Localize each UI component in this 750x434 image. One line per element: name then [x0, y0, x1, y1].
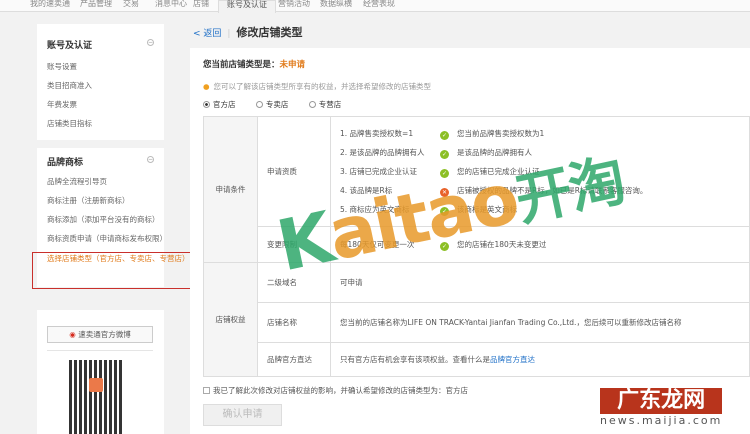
sidebar-item[interactable]: 店铺类目指标 — [47, 118, 92, 129]
nav-tab[interactable]: 消息中心 — [155, 0, 187, 8]
radio-official[interactable]: 官方店 — [203, 100, 245, 109]
sidebar-item[interactable]: 商标资质申请（申请商标发布权限） — [47, 233, 167, 244]
check-icon: ✓ — [440, 131, 449, 140]
nav-tab-active[interactable]: 账号及认证 — [218, 0, 276, 13]
radio-specialty[interactable]: 专营店 — [308, 100, 351, 109]
highlight-box — [32, 252, 193, 289]
location-pin-icon: ● — [203, 82, 210, 91]
sidebar-group-title: 账号及认证 — [47, 41, 93, 51]
sidebar-item[interactable]: 账号设置 — [47, 61, 77, 72]
sidebar-menu: 账号及认证 − 账号设置 类目招商准入 年费发票 店铺类目指标 品牌商标 − 品… — [37, 24, 190, 287]
page-header: < 返回 | 修改店铺类型 — [193, 26, 303, 39]
nav-tab[interactable]: 交易 — [123, 0, 139, 8]
nav-tab[interactable]: 产品管理 — [80, 0, 112, 8]
current-type: 您当前店铺类型是：未申请 — [203, 60, 306, 70]
table-row: 品牌官方直达 只有官方店有机会享有该项权益。查看什么是品牌官方直达 — [204, 342, 750, 377]
cell-label: 品牌官方直达 — [257, 342, 331, 377]
sidebar-promo: ◉ 速卖通官方微博 — [37, 310, 164, 434]
check-icon: ✓ — [440, 150, 449, 159]
weibo-button[interactable]: ◉ 速卖通官方微博 — [47, 326, 153, 343]
sidebar-item[interactable]: 商标添加（添加平台没有的商标） — [47, 214, 160, 225]
table-row: 店铺权益 二级域名 可申请 — [203, 262, 750, 377]
back-link[interactable]: < 返回 — [193, 29, 221, 39]
top-nav: 我的速卖通 产品管理 交易 消息中心 店铺 账号及认证 营销活动 数据纵横 经营… — [0, 0, 750, 13]
tip: ● 您可以了解该店铺类型所享有的权益，并选择希望修改的店铺类型 — [203, 82, 432, 91]
cell-value: 可申请 — [330, 262, 750, 303]
agree-checkbox[interactable]: 我已了解此次修改对店铺权益的影响，并确认希望修改的店铺类型为：官方店 — [203, 385, 468, 396]
check-icon: ✓ — [440, 207, 449, 216]
cell-value: 您当前的店铺名称为LIFE ON TRACK-Yantai Jianfan Tr… — [330, 302, 750, 343]
cell-value: 只有官方店有机会享有该项权益。查看什么是品牌官方直达 — [330, 342, 750, 377]
collapse-icon[interactable]: − — [147, 39, 154, 46]
weibo-icon: ◉ — [69, 330, 79, 339]
cell-label: 申请资质 — [257, 116, 331, 227]
table-row: 店铺名称 您当前的店铺名称为LIFE ON TRACK-Yantai Jianf… — [204, 302, 750, 343]
error-icon: ✕ — [440, 188, 449, 197]
store-type-radio-group: 官方店 专卖店 专营店 — [203, 99, 359, 110]
sidebar-item[interactable]: 商标注册（注册新商标） — [47, 195, 130, 206]
qualification-item: 1. 品牌售卖授权数=1 ✓ 您当前品牌售卖授权数为1 — [340, 129, 545, 140]
sidebar-group-title: 品牌商标 — [47, 158, 84, 168]
qr-code — [69, 360, 123, 434]
radio-exclusive[interactable]: 专卖店 — [255, 100, 298, 109]
check-icon: ✓ — [440, 242, 449, 251]
nav-tab[interactable]: 营销活动 — [278, 0, 310, 8]
cell-label: 店铺权益 — [203, 262, 258, 377]
status-badge: 未申请 — [279, 60, 306, 70]
cart-icon — [89, 378, 103, 392]
cell-label: 申请条件 — [203, 116, 258, 263]
nav-tab[interactable]: 我的速卖通 — [30, 0, 70, 8]
check-icon: ✓ — [440, 169, 449, 178]
qualification-item: 5. 商标应为英文商标 ✓ 该商标是英文商标 — [340, 205, 517, 216]
change-limit: 每180天仅可变更一次 ✓ 您的店铺在180天未变更过 — [330, 226, 750, 263]
sidebar-item[interactable]: 类目招商准入 — [47, 80, 92, 91]
cell-label: 二级域名 — [257, 262, 331, 303]
sidebar-item[interactable]: 品牌全流程引导页 — [47, 176, 107, 187]
table-row: 申请条件 申请资质 1. 品牌售卖授权数=1 ✓ 您当前品牌售卖授权数为1 2. 是该… — [203, 116, 750, 263]
qualification-item: 4. 该品牌是R标 ✕ 店铺被授权的品牌不是R标，如已是R标请联系客服咨询。 — [340, 186, 648, 197]
conditions-table: 申请条件 申请资质 1. 品牌售卖授权数=1 ✓ 您当前品牌售卖授权数为1 2. 是该… — [203, 116, 750, 377]
sidebar-item[interactable]: 年费发票 — [47, 99, 77, 110]
nav-tab[interactable]: 经营表现 — [363, 0, 395, 8]
collapse-icon[interactable]: − — [147, 156, 154, 163]
cell-label: 变更限制 — [257, 226, 331, 263]
confirm-button[interactable]: 确认申请 — [203, 404, 282, 426]
main-content: 您当前店铺类型是：未申请 ● 您可以了解该店铺类型所享有的权益，并选择希望修改的店… — [190, 48, 750, 434]
brand-direct-link[interactable]: 品牌官方直达 — [490, 355, 535, 364]
nav-tab[interactable]: 店铺 — [193, 0, 209, 8]
cell-label: 店铺名称 — [257, 302, 331, 343]
qualification-item: 2. 是该品牌的品牌拥有人 ✓ 是该品牌的品牌拥有人 — [340, 148, 532, 159]
qualification-list: 1. 品牌售卖授权数=1 ✓ 您当前品牌售卖授权数为1 2. 是该品牌的品牌拥有人 ✓ 是… — [330, 116, 750, 227]
page-title: 修改店铺类型 — [236, 26, 303, 39]
table-row: 变更限制 每180天仅可变更一次 ✓ 您的店铺在180天未变更过 — [204, 226, 750, 263]
qualification-item: 3. 店铺已完成企业认证 ✓ 您的店铺已完成企业认证 — [340, 167, 540, 178]
nav-tab[interactable]: 数据纵横 — [320, 0, 352, 8]
